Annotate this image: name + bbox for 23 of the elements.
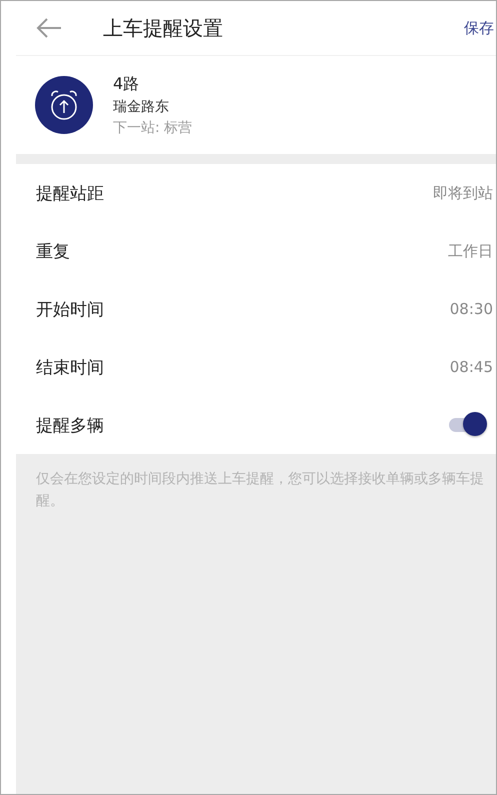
setting-label: 提醒站距 [36, 182, 104, 204]
setting-value: 08:30 [450, 300, 493, 318]
setting-label: 开始时间 [36, 298, 104, 320]
setting-row[interactable]: 重复 工作日 [16, 222, 496, 280]
setting-row[interactable]: 结束时间 08:45 [16, 338, 496, 396]
alarm-clock-icon [35, 76, 93, 134]
setting-label: 重复 [36, 240, 70, 262]
bus-route: 4路 [113, 74, 140, 94]
setting-row[interactable]: 提醒多辆 [16, 396, 496, 454]
setting-value: 08:45 [450, 358, 493, 376]
setting-row[interactable]: 提醒站距 即将到站 [16, 164, 496, 222]
setting-value: 即将到站 [433, 184, 493, 202]
page-title: 上车提醒设置 [103, 14, 224, 42]
setting-label: 结束时间 [36, 356, 104, 378]
station-name: 瑞金路东 [113, 98, 170, 116]
next-stop: 下一站: 标营 [113, 118, 192, 136]
save-button[interactable]: 保存 [464, 18, 494, 38]
toggle-switch[interactable] [447, 412, 487, 438]
setting-row[interactable]: 开始时间 08:30 [16, 280, 496, 338]
hint-text: 仅会在您设定的时间段内推送上车提醒，您可以选择接收单辆或多辆车提醒。 [35, 470, 485, 511]
back-arrow-icon[interactable] [36, 17, 62, 39]
setting-value: 工作日 [448, 242, 493, 260]
setting-label: 提醒多辆 [36, 414, 104, 436]
